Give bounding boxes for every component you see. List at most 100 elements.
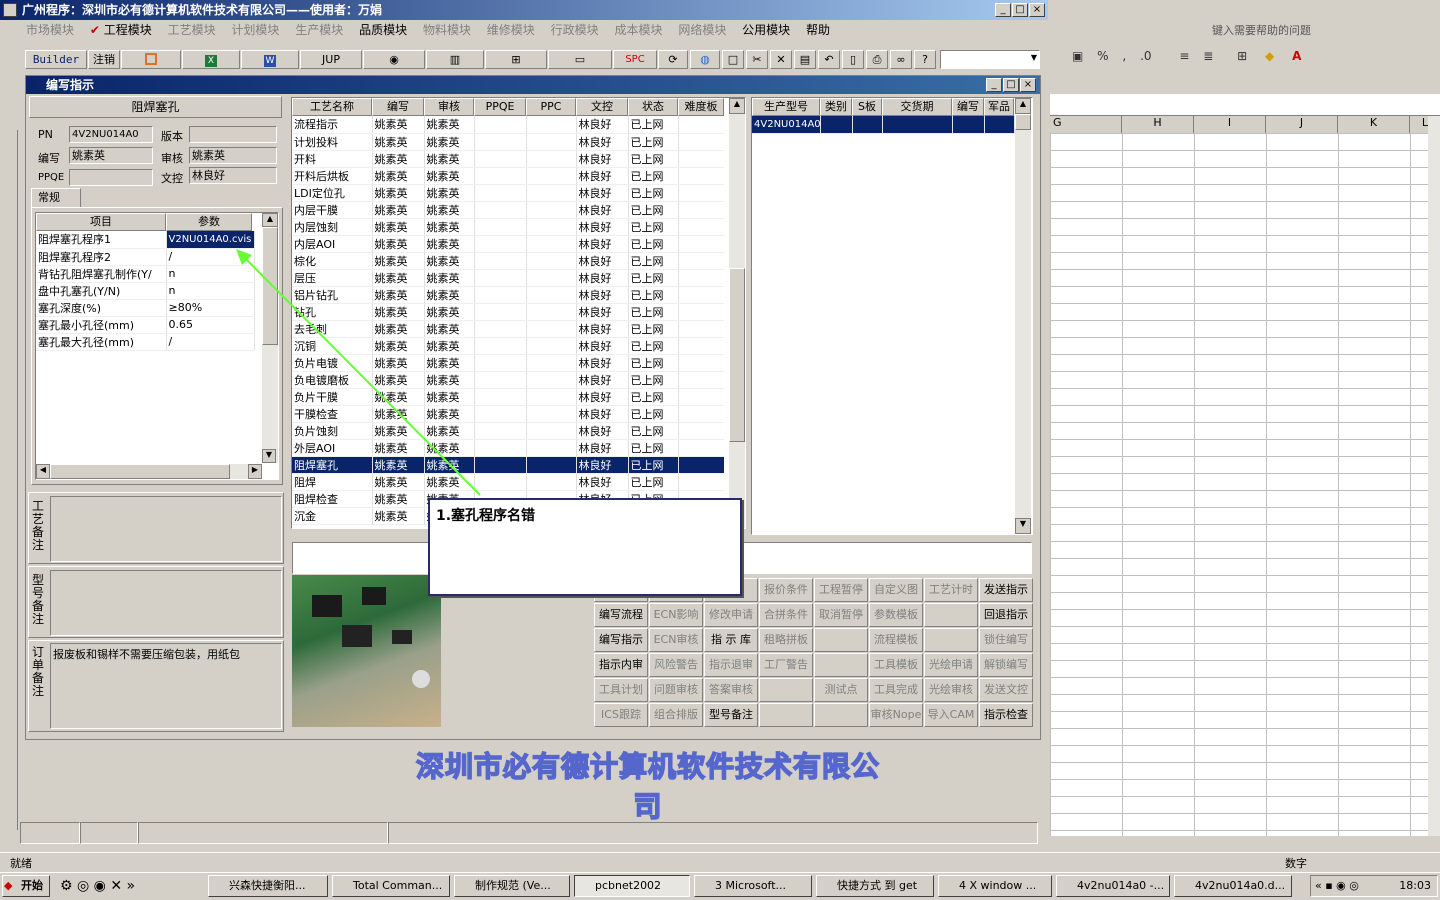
save-button[interactable]: ▤	[794, 50, 816, 69]
function-button[interactable]: 取消暂停	[814, 603, 868, 627]
scroll-down-icon[interactable]: ▼	[1015, 518, 1031, 534]
order-note-field[interactable]: 报废板和锡样不需要压缩包装，用纸包	[50, 643, 282, 729]
minimize-button[interactable]: _	[995, 3, 1011, 17]
toolbar-combo[interactable]: ▼	[940, 50, 1040, 69]
outdent-icon[interactable]: ≣	[1203, 49, 1213, 63]
version-field[interactable]	[189, 126, 277, 143]
function-button[interactable]: 光绘审核	[924, 678, 978, 702]
function-button[interactable]: 指示内审	[594, 653, 648, 677]
function-button[interactable]: 修改申请	[704, 603, 758, 627]
menu-repair[interactable]: 维修模块	[487, 21, 535, 39]
function-button[interactable]: 指 示 库	[704, 628, 758, 652]
comma-icon[interactable]: ,	[1122, 49, 1126, 63]
scroll-up-icon[interactable]: ▲	[262, 213, 278, 227]
function-button[interactable]: 工程暂停	[814, 578, 868, 602]
process-col-header[interactable]: PPQE	[474, 98, 526, 116]
param-row[interactable]: 阻焊塞孔程序1 V2NU014A0.cvis	[36, 231, 255, 249]
function-button[interactable]: 合拼条件	[759, 603, 813, 627]
taskbar-item[interactable]: 4v2nu014a0.d...	[1174, 875, 1292, 897]
excel-vscroll[interactable]	[1428, 116, 1440, 836]
menu-plan[interactable]: 计划模块	[231, 21, 279, 39]
jup-button[interactable]: JUP	[300, 50, 362, 69]
close-button[interactable]: ×	[1029, 3, 1045, 17]
function-button[interactable]: 编写流程	[594, 603, 648, 627]
col-l[interactable]: L	[1410, 116, 1428, 133]
process-col-header[interactable]: 工艺名称	[292, 98, 372, 116]
process-row[interactable]: 内层蚀刻 姚素英 姚素英 林良好 已上网	[292, 218, 724, 236]
taskbar-item[interactable]: 4v2nu014a0 -...	[1056, 875, 1170, 897]
child-minimize-button[interactable]: _	[986, 78, 1002, 92]
param-row[interactable]: 背钻孔阻焊塞孔制作(Y/n	[36, 265, 255, 283]
process-row[interactable]: 流程指示 姚素英 姚素英 林良好 已上网	[292, 116, 724, 134]
excel-formula-bar[interactable]	[1050, 94, 1440, 116]
preview-button[interactable]: ▯	[842, 50, 864, 69]
function-button[interactable]: 参数模板	[869, 603, 923, 627]
function-button[interactable]	[814, 653, 868, 677]
function-button[interactable]: 工具模板	[869, 653, 923, 677]
function-button[interactable]: 答案审核	[704, 678, 758, 702]
builder-button[interactable]: Builder	[25, 50, 87, 69]
process-vscroll[interactable]: ▲	[729, 98, 745, 528]
function-button[interactable]: ECN影响	[649, 603, 703, 627]
printer-button[interactable]: ⎙	[866, 50, 888, 69]
word-button[interactable]: W	[241, 50, 299, 69]
param-row[interactable]: 塞孔最大孔径(mm) /	[36, 333, 255, 351]
function-button[interactable]: 审核Nope	[869, 703, 923, 727]
quicklaunch-icons[interactable]: ⚙ ◎ ◉ ✕ »	[60, 878, 135, 894]
process-col-header[interactable]: 状态	[628, 98, 678, 116]
maximize-button[interactable]: □	[1012, 3, 1028, 17]
indent-icon[interactable]: ≡	[1179, 49, 1189, 63]
process-col-header[interactable]: 难度板	[678, 98, 724, 116]
col-g[interactable]: G	[1050, 116, 1122, 133]
param-hscroll[interactable]: ◀ ▶	[36, 464, 262, 479]
globe-button[interactable]: ◍	[690, 50, 720, 69]
logout-button[interactable]: 注销	[88, 50, 120, 69]
excel-button[interactable]: X	[182, 50, 240, 69]
function-button[interactable]: 发送指示	[979, 578, 1033, 602]
scroll-left-icon[interactable]: ◀	[36, 464, 50, 479]
function-button[interactable]: 型号备注	[704, 703, 758, 727]
taskbar-item[interactable]: 兴森快捷衡阳...	[208, 875, 328, 897]
eye-button[interactable]: ◉	[363, 50, 425, 69]
child-maximize-button[interactable]: □	[1003, 78, 1019, 92]
function-button[interactable]: 测试点	[814, 678, 868, 702]
model-col-header[interactable]: 军品	[984, 98, 1014, 116]
fill-color-icon[interactable]: ◆	[1265, 49, 1274, 63]
param-row[interactable]: 阻焊塞孔程序2/	[36, 248, 255, 266]
models-grid[interactable]	[751, 97, 1033, 535]
function-button[interactable]: 发送文控	[979, 678, 1033, 702]
param-row[interactable]: 盘中孔塞孔(Y/N) n	[36, 282, 255, 300]
function-button[interactable]: 工厂警告	[759, 653, 813, 677]
scroll-up-icon[interactable]: ▲	[729, 98, 745, 114]
function-button[interactable]: 导入CAM	[924, 703, 978, 727]
process-note-field[interactable]	[50, 496, 282, 562]
taskbar-item[interactable]: pcbnet2002	[574, 875, 690, 897]
process-col-header[interactable]: 审核	[424, 98, 474, 116]
child-close-button[interactable]: ×	[1020, 78, 1036, 92]
function-button[interactable]: 指示检查	[979, 703, 1033, 727]
function-button[interactable]	[924, 628, 978, 652]
process-row[interactable]: LDI定位孔 姚素英 姚素英 林良好 已上网	[292, 184, 724, 202]
col-h[interactable]: H	[1122, 116, 1194, 133]
reviewer-field[interactable]: 姚素英	[189, 147, 277, 164]
taskbar-item[interactable]: 制作规范 (Ve...	[454, 875, 570, 897]
scroll-thumb[interactable]	[1015, 114, 1031, 130]
function-button[interactable]: 编写指示	[594, 628, 648, 652]
model-row[interactable]: 4V2NU014A0	[752, 116, 1015, 134]
function-button[interactable]: ECN审核	[649, 628, 703, 652]
tab-general[interactable]: 常规	[31, 188, 81, 208]
menu-engineering[interactable]: ✔ 工程模块	[90, 21, 152, 39]
param-row[interactable]: 塞孔最小孔径(mm) 0.65	[36, 316, 255, 334]
delete-button[interactable]: ✕	[770, 50, 792, 69]
function-button[interactable]: 工具计划	[594, 678, 648, 702]
new-button[interactable]: □	[722, 50, 744, 69]
editor-field[interactable]: 姚素英	[69, 147, 153, 164]
menu-cost[interactable]: 成本模块	[614, 21, 662, 39]
param-row[interactable]: 塞孔深度(%) ≥80%	[36, 299, 255, 317]
excel-hscroll[interactable]	[1050, 836, 1440, 850]
taskbar-item[interactable]: 快捷方式 到 get	[816, 875, 934, 897]
excel-grid[interactable]	[1050, 133, 1428, 836]
help-button[interactable]: ?	[914, 50, 936, 69]
function-button[interactable]	[759, 703, 813, 727]
process-col-header[interactable]: PPC	[526, 98, 576, 116]
